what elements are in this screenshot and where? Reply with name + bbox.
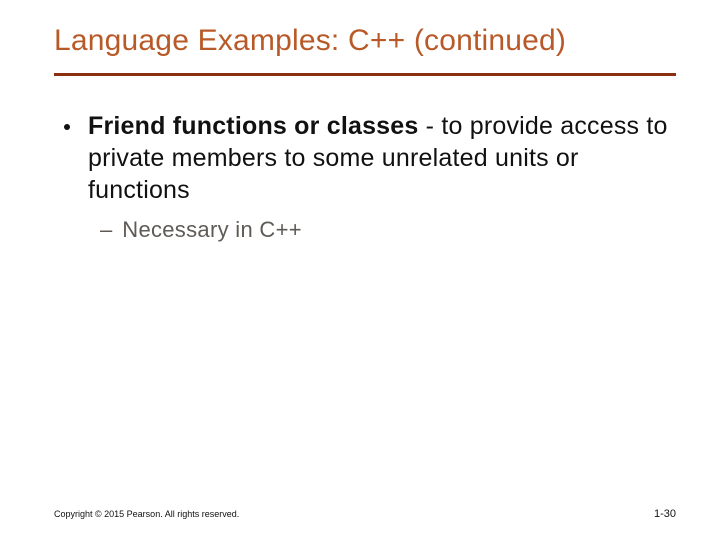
slide-content: Friend functions or classes - to provide… bbox=[54, 110, 676, 245]
slide: Language Examples: C++ (continued) Frien… bbox=[0, 0, 720, 540]
slide-footer: Copyright © 2015 Pearson. All rights res… bbox=[54, 508, 676, 520]
title-rule bbox=[54, 73, 676, 76]
bullet-text: Friend functions or classes - to provide… bbox=[88, 110, 670, 206]
slide-title: Language Examples: C++ (continued) bbox=[54, 24, 676, 73]
bullet-bold: Friend functions or classes bbox=[88, 112, 419, 140]
bullet-item: Friend functions or classes - to provide… bbox=[54, 110, 670, 206]
sub-bullet-text: Necessary in C++ bbox=[122, 216, 302, 245]
page-number: 1-30 bbox=[654, 508, 676, 520]
dash-icon: – bbox=[100, 216, 112, 245]
sub-bullet-item: – Necessary in C++ bbox=[100, 216, 670, 245]
bullet-dot-icon bbox=[64, 124, 70, 130]
copyright-text: Copyright © 2015 Pearson. All rights res… bbox=[54, 509, 239, 519]
